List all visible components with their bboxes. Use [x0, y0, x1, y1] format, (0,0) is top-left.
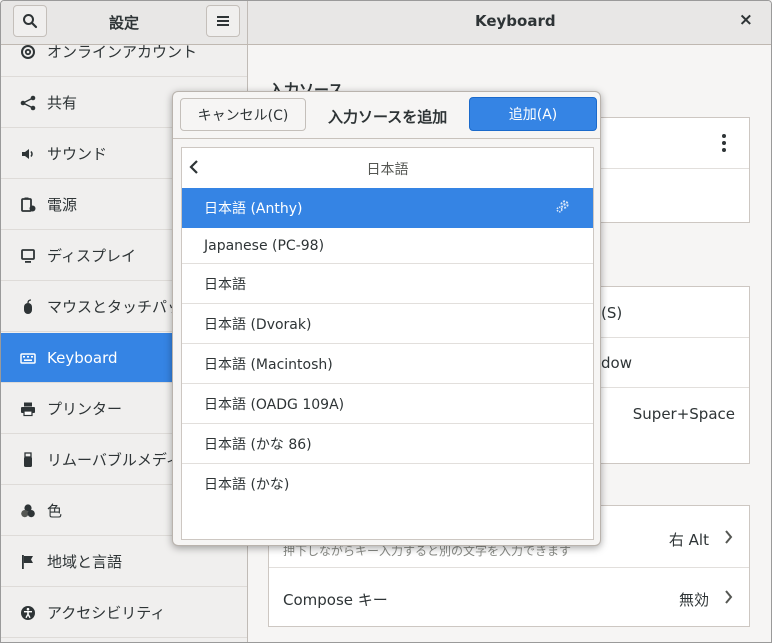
list-item[interactable]: 日本語 (Dvorak) — [182, 304, 593, 344]
power-icon — [19, 196, 37, 214]
sidebar-item-label: オンラインアカウント — [47, 45, 198, 61]
compose-value: 無効 — [678, 591, 709, 609]
sidebar-title: 設定 — [109, 14, 140, 32]
chevron-right-icon — [725, 530, 733, 544]
keyboard-icon — [19, 349, 37, 367]
list-item-label: 日本語 (OADG 109A) — [204, 396, 345, 413]
sidebar-item-label: 色 — [47, 502, 63, 520]
close-icon[interactable]: × — [739, 10, 753, 30]
list-item-label: 日本語 (かな) — [204, 477, 290, 493]
sidebar-item-accessibility[interactable]: アクセシビリティ — [1, 588, 247, 638]
color-icon — [19, 502, 37, 520]
sidebar-header: 設定 — [1, 1, 248, 44]
sidebar-item-label: アクセシビリティ — [47, 604, 166, 622]
hamburger-icon — [217, 16, 229, 26]
compose-key-row[interactable]: Compose キー 無効 — [269, 567, 749, 626]
dialog-title: 入力ソースを追加 — [328, 108, 448, 126]
dialog-header: キャンセル(C) 入力ソースを追加 追加(A) — [173, 92, 600, 139]
list-item[interactable]: 日本語 — [182, 264, 593, 304]
sidebar-item-label: 地域と言語 — [47, 553, 123, 571]
sidebar-item-label: 電源 — [47, 196, 78, 214]
sidebar-item-label: サウンド — [47, 145, 108, 163]
list-item-label: 日本語 (Dvorak) — [204, 316, 312, 333]
sidebar-item-label: Keyboard — [47, 348, 118, 367]
search-button[interactable] — [13, 5, 47, 37]
settings-window: 設定 Keyboard × オンラインアカウント 共有 サウンド 電源 ディスプ… — [0, 0, 772, 643]
cancel-button[interactable]: キャンセル(C) — [180, 98, 306, 131]
shortcut-s-text: (S) — [601, 304, 623, 322]
sidebar-item-online-accounts[interactable]: オンラインアカウント — [1, 45, 247, 77]
sidebar-item-label: 共有 — [47, 94, 78, 112]
chevron-right-icon — [725, 590, 733, 604]
list-item-label: 日本語 — [204, 276, 246, 293]
at-icon — [19, 45, 37, 61]
list-item-label: Japanese (PC-98) — [204, 237, 325, 254]
add-input-source-dialog: キャンセル(C) 入力ソースを追加 追加(A) 日本語 日本語 (Anthy) … — [172, 91, 601, 546]
gear-icon[interactable] — [555, 198, 571, 214]
header-bar: 設定 Keyboard × — [1, 1, 771, 45]
menu-button[interactable] — [206, 5, 240, 37]
search-icon — [23, 14, 38, 29]
list-item[interactable]: 日本語 (Macintosh) — [182, 344, 593, 384]
printer-icon — [19, 400, 37, 418]
list-header: 日本語 — [182, 148, 593, 189]
display-icon — [19, 247, 37, 265]
list-item-label: 日本語 (Anthy) — [204, 201, 303, 217]
share-icon — [19, 94, 37, 112]
list-item[interactable]: Japanese (PC-98) — [182, 228, 593, 264]
list-item-label: 日本語 (Macintosh) — [204, 356, 333, 373]
list-title: 日本語 — [366, 162, 409, 178]
usb-icon — [19, 451, 37, 469]
compose-label: Compose キー — [283, 591, 388, 609]
list-item[interactable]: 日本語 (Anthy) — [182, 188, 593, 228]
add-button[interactable]: 追加(A) — [469, 97, 597, 131]
panel-title: Keyboard — [475, 12, 556, 30]
list-item[interactable]: 日本語 (かな) — [182, 464, 593, 504]
list-item-label: 日本語 (かな 86) — [204, 436, 312, 453]
speaker-icon — [19, 145, 37, 163]
input-source-list: 日本語 日本語 (Anthy) Japanese (PC-98) 日本語 日本語… — [181, 147, 594, 540]
window-text: dow — [601, 354, 632, 372]
mouse-icon — [19, 298, 37, 316]
shortcut-value: Super+Space — [632, 405, 735, 423]
list-item[interactable]: 日本語 (OADG 109A) — [182, 384, 593, 424]
sidebar-item-label: ディスプレイ — [47, 247, 136, 265]
flag-icon — [19, 553, 37, 571]
list-item[interactable]: 日本語 (かな 86) — [182, 424, 593, 464]
kebab-menu-icon[interactable] — [721, 133, 727, 153]
accessibility-icon — [19, 604, 37, 622]
alt-char-value: 右 Alt — [668, 531, 709, 549]
sidebar-item-label: プリンター — [47, 400, 123, 418]
